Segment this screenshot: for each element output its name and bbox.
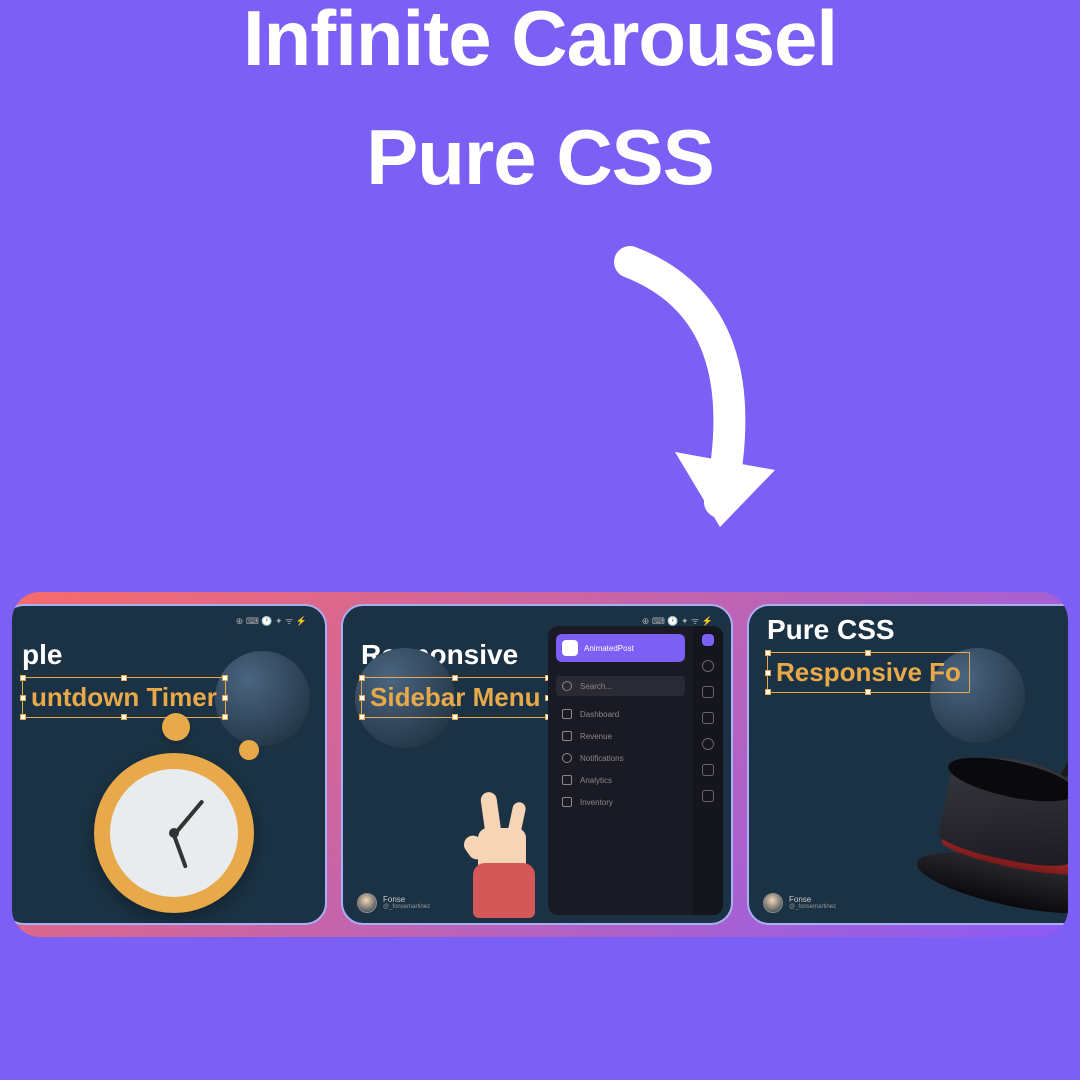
magic-hat-icon: ✦ xyxy=(915,760,1068,915)
sidebar-item-label: Dashboard xyxy=(580,710,619,719)
title-line-1: Infinite Carousel xyxy=(0,0,1080,86)
sidebar-item-label: Notifications xyxy=(580,754,624,763)
card-title-highlight: Sidebar Menu xyxy=(361,677,549,718)
author-name: Fonse xyxy=(789,895,836,905)
author-name: Fonse xyxy=(383,895,430,905)
sidebar-title-label: AnimatedPost xyxy=(584,644,634,653)
title-line-2: Pure CSS xyxy=(0,111,1080,205)
hand-gesture-icon xyxy=(448,783,553,918)
author-avatar-icon xyxy=(357,893,377,913)
sidebar-item-label: Revenue xyxy=(580,732,612,741)
author-badge: Fonse @_fonsemartinez xyxy=(357,893,430,913)
author-handle: @_fonsemartinez xyxy=(383,904,430,911)
sidebar-header: AnimatedPost xyxy=(556,634,685,662)
carousel-container[interactable]: ⊕ ⌨ 🕐 ✦ ᯤ ⚡ ple untdown Timer xyxy=(12,592,1068,937)
author-handle: @_fonsemartinez xyxy=(789,904,836,911)
arrow-icon xyxy=(580,232,800,587)
sidebar-item: Analytics xyxy=(556,770,685,790)
sidebar-item-label: Inventory xyxy=(580,798,613,807)
card-menubar: ⊕ ⌨ 🕐 ✦ ᯤ ⚡ xyxy=(12,606,325,631)
card-title-highlight-text: Responsive Fo xyxy=(776,657,961,687)
sidebar-item: Revenue xyxy=(556,726,685,746)
carousel-card[interactable]: ⊕ ⌨ 🕐 ✦ ᯤ ⚡ ple untdown Timer xyxy=(12,604,327,925)
sidebar-search: Search... xyxy=(556,676,685,696)
author-avatar-icon xyxy=(763,893,783,913)
sidebar-item: Dashboard xyxy=(556,704,685,724)
carousel-card[interactable]: Pure CSS Responsive Fo ✦ Fonse xyxy=(747,604,1068,925)
card-title-highlight: Responsive Fo xyxy=(767,652,970,693)
carousel-track: ⊕ ⌨ 🕐 ✦ ᯤ ⚡ ple untdown Timer xyxy=(18,598,1062,931)
sidebar-item-label: Search... xyxy=(580,682,612,691)
sidebar-item: Inventory xyxy=(556,792,685,812)
card-title-highlight-text: Sidebar Menu xyxy=(370,682,540,712)
sidebar-mini-rail xyxy=(693,626,723,915)
card-title-highlight: untdown Timer xyxy=(22,677,226,718)
sidebar-item: Notifications xyxy=(556,748,685,768)
card-title-highlight-text: untdown Timer xyxy=(31,682,217,712)
sidebar-item-label: Analytics xyxy=(580,776,612,785)
author-badge: Fonse @_fonsemartinez xyxy=(763,893,836,913)
carousel-card[interactable]: ⊕ ⌨ 🕐 ✦ ᯤ ⚡ Responsive Sidebar Menu Anim… xyxy=(341,604,733,925)
sidebar-preview: AnimatedPost Search... Dashboard Revenue xyxy=(548,626,723,915)
stopwatch-icon xyxy=(94,718,269,913)
card-title-primary: Pure CSS xyxy=(749,606,1068,648)
page-title: Infinite Carousel Pure CSS xyxy=(0,0,1080,204)
